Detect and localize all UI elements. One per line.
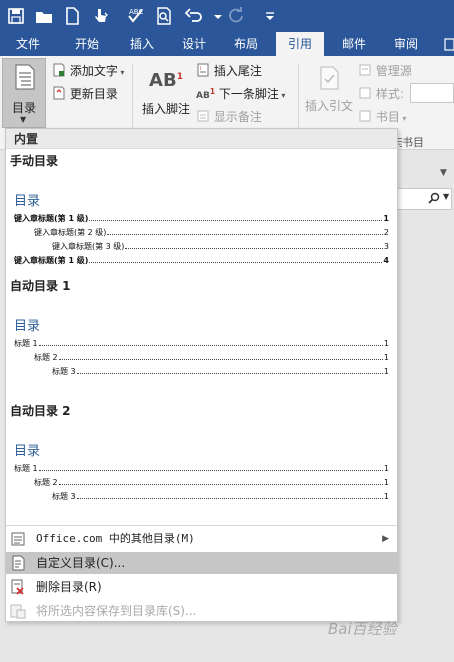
show-notes-icon [197, 110, 209, 122]
toc-icon [15, 64, 35, 90]
tab-design[interactable]: 设计 [170, 32, 218, 56]
toc-preview-line: 标题 11 [14, 464, 389, 473]
document-area: ▼ ▼ [396, 150, 454, 662]
toc-preview-line: 键入章标题(第 1 级) 1 [14, 214, 389, 223]
update-icon [53, 86, 65, 100]
tab-file[interactable]: 文件 [4, 32, 52, 56]
toc-preview-line: 标题 21 [34, 478, 389, 487]
toc-dropdown-icon: ▼ [20, 115, 27, 124]
tab-mailings[interactable]: 邮件 [330, 32, 378, 56]
search-icon [428, 192, 440, 204]
svg-text:i: i [200, 66, 201, 72]
bibliography-label: 书目 [375, 110, 400, 124]
document-web-icon [11, 532, 25, 546]
endnote-icon: i [197, 63, 209, 77]
touch-mode-icon[interactable] [88, 4, 112, 28]
quick-access-toolbar: ABC [0, 0, 454, 32]
show-notes-button[interactable]: 显示备注 [196, 108, 262, 125]
menu-item-custom-toc[interactable]: 自定义目录(C)... [6, 552, 397, 574]
toc-preview-heading: 目录 [14, 444, 41, 459]
toc-preview-line: 标题 11 [14, 339, 389, 348]
menu-item-remove-toc[interactable]: 删除目录(R) [6, 576, 397, 598]
tab-home[interactable]: 开始 [62, 32, 112, 56]
menu-item-label: Office.com 中的其他目录(M) [36, 532, 195, 545]
menu-item-label: 自定义目录(C)... [36, 556, 126, 570]
navigation-search-box[interactable]: ▼ [396, 188, 452, 210]
menu-section-header: 内置 [6, 129, 397, 149]
bibliography-button[interactable]: 书目 ▾ [358, 108, 406, 125]
gallery-title: 手动目录 [10, 154, 59, 168]
menu-divider [6, 525, 397, 526]
add-text-button[interactable]: 添加文字 ▾ [52, 62, 124, 79]
insert-footnote-label: 插入脚注 [141, 102, 190, 116]
tab-layout[interactable]: 布局 [222, 32, 270, 56]
style-dropdown-input[interactable] [410, 83, 454, 103]
svg-text:ABC: ABC [129, 8, 143, 16]
ribbon-separator [298, 64, 299, 134]
toc-preview-line: 键入章标题(第 2 级) 2 [34, 228, 389, 237]
next-footnote-label: 下一条脚注 [218, 87, 279, 101]
insert-citation-label: 插入引文 [304, 99, 353, 113]
show-notes-label: 显示备注 [213, 110, 262, 124]
citation-icon [320, 66, 339, 90]
tab-references[interactable]: 引用 [276, 32, 324, 56]
next-footnote-icon: AB1 [196, 87, 216, 101]
update-toc-label: 更新目录 [69, 87, 118, 101]
style-label: 样式: [375, 87, 404, 101]
toc-dropdown-menu: 内置 手动目录 目录 键入章标题(第 1 级) 1 键入章标题(第 2 级) 2 键… [5, 128, 398, 622]
redo-icon[interactable] [224, 4, 248, 28]
footnote-icon: AB1 [149, 70, 183, 91]
custom-toc-icon [12, 555, 25, 571]
delete-toc-icon [11, 579, 24, 595]
toc-preview-line: 键入章标题(第 1 级) 4 [14, 256, 389, 265]
watermark: Bai百经验 [328, 620, 397, 638]
undo-icon[interactable] [182, 4, 206, 28]
pane-dropdown-icon[interactable]: ▼ [440, 168, 447, 178]
ribbon-tab-bar: 文件 开始 插入 设计 布局 引用 邮件 审阅 [0, 32, 454, 56]
save-to-gallery-icon [10, 604, 26, 619]
manage-sources-icon [359, 64, 371, 76]
gallery-title: 自动目录 2 [10, 404, 71, 418]
add-text-icon [53, 63, 65, 77]
insert-citation-button[interactable]: 插入引文 [302, 64, 356, 114]
open-folder-icon[interactable] [32, 4, 56, 28]
tab-review[interactable]: 审阅 [382, 32, 430, 56]
menu-item-office-tocs[interactable]: Office.com 中的其他目录(M) ▶ [6, 528, 397, 550]
style-icon [359, 87, 371, 99]
add-text-label: 添加文字 [69, 64, 118, 78]
submenu-arrow-icon: ▶ [382, 534, 389, 544]
manage-sources-label: 管理源 [375, 64, 412, 78]
new-document-icon[interactable] [60, 4, 84, 28]
next-footnote-button[interactable]: AB1 下一条脚注 ▾ [196, 85, 285, 102]
toc-button-label: 目录 [11, 101, 36, 115]
search-dropdown-icon[interactable]: ▼ [443, 192, 449, 201]
spellcheck-icon[interactable]: ABC [124, 4, 148, 28]
print-preview-icon[interactable] [152, 4, 176, 28]
group-label-citations: 与书目 [394, 136, 424, 149]
tab-insert[interactable]: 插入 [118, 32, 166, 56]
toc-preview-line: 标题 31 [52, 492, 389, 501]
menu-item-label: 将所选内容保存到目录库(S)... [36, 604, 197, 618]
insert-endnote-label: 插入尾注 [213, 64, 262, 78]
toc-preview-line: 标题 21 [34, 353, 389, 362]
style-selector[interactable]: 样式: [358, 85, 404, 102]
toc-preview-heading: 目录 [14, 194, 41, 209]
tab-overflow[interactable] [440, 32, 454, 56]
gallery-title: 自动目录 1 [10, 279, 71, 293]
toc-button[interactable]: 目录 ▼ [2, 58, 46, 128]
manage-sources-button[interactable]: 管理源 [358, 62, 412, 79]
toc-preview-line: 键入章标题(第 3 级) 3 [52, 242, 389, 251]
ribbon-separator [132, 64, 133, 134]
save-icon[interactable] [4, 4, 28, 28]
insert-footnote-button[interactable]: AB1 插入脚注 [140, 66, 192, 117]
insert-endnote-button[interactable]: i 插入尾注 [196, 62, 262, 79]
customize-qat-icon[interactable] [258, 4, 282, 28]
bibliography-icon [359, 110, 371, 122]
menu-item-label: 删除目录(R) [36, 580, 102, 594]
toc-preview-line: 标题 31 [52, 367, 389, 376]
toc-preview-heading: 目录 [14, 319, 41, 334]
update-toc-button[interactable]: 更新目录 [52, 85, 118, 102]
